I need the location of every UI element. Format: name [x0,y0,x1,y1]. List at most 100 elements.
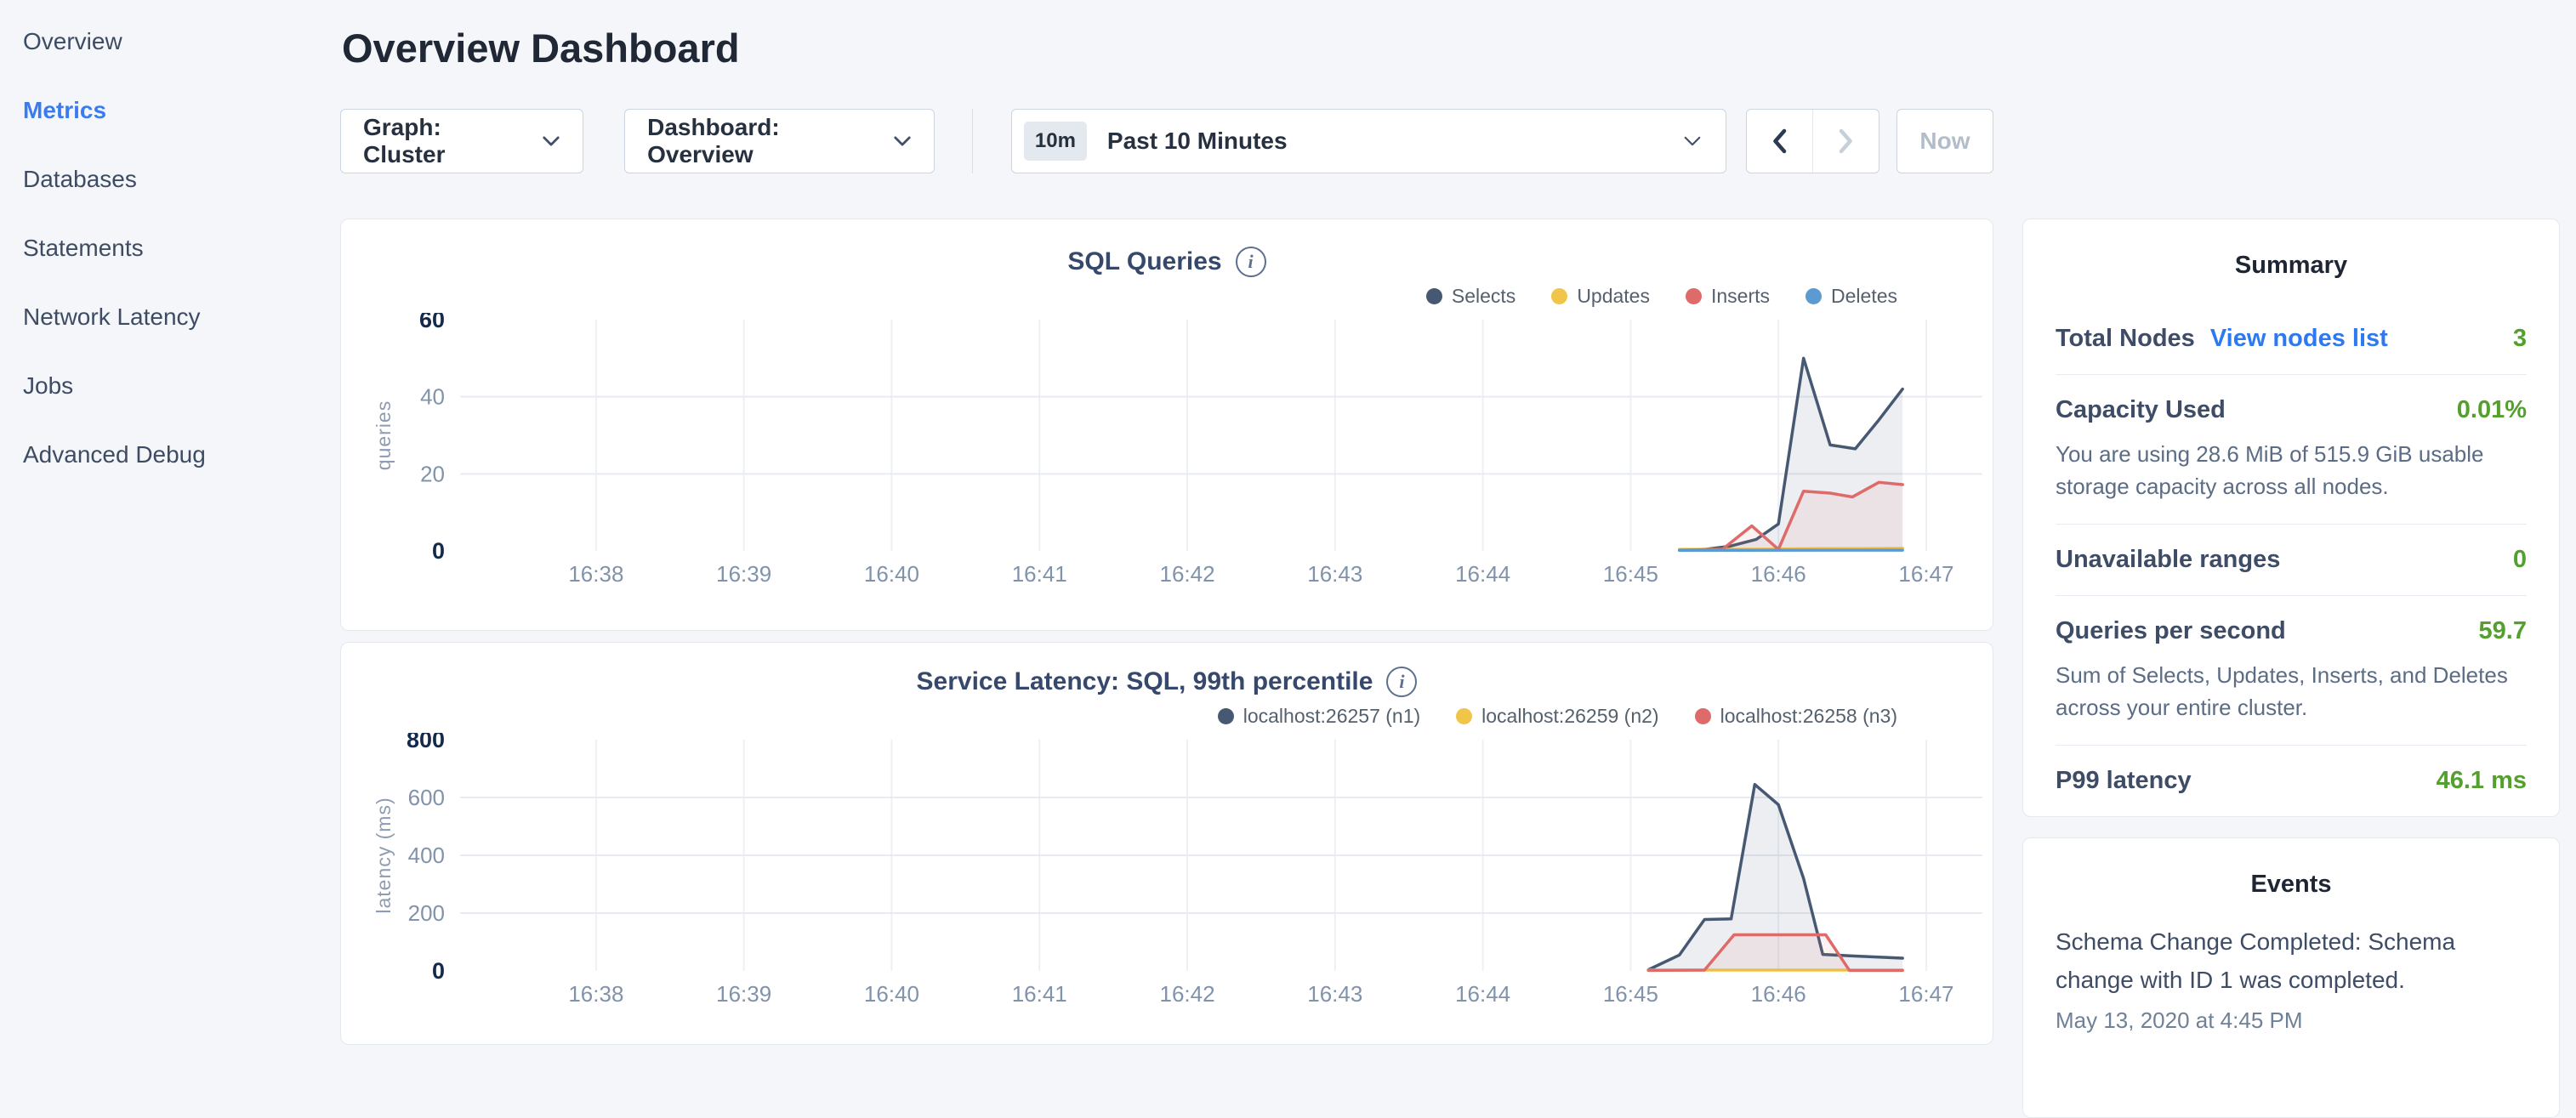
legend-dot [1695,708,1711,724]
summary-row-label: Capacity Used [2056,396,2226,424]
controls-bar: Graph: Cluster Dashboard: Overview 10m P… [340,109,1993,173]
svg-text:16:44: 16:44 [1455,561,1510,587]
svg-text:16:41: 16:41 [1012,981,1067,1007]
svg-text:16:46: 16:46 [1751,981,1806,1007]
sidebar-item-advanced-debug[interactable]: Advanced Debug [23,420,340,489]
legend-item: Inserts [1686,285,1770,308]
legend-dot [1456,708,1472,724]
svg-text:16:46: 16:46 [1751,561,1806,587]
svg-text:200: 200 [408,900,445,926]
svg-text:400: 400 [408,843,445,868]
summary-row-value: 46.1 ms [2437,767,2527,795]
chevron-down-icon [542,135,560,147]
svg-text:queries: queries [372,400,395,470]
chart-legend: SelectsUpdatesInsertsDeletes [341,284,1897,308]
summary-row-label: P99 latency [2056,767,2192,795]
legend-item: Selects [1426,285,1515,308]
legend-item: localhost:26258 (n3) [1695,705,1897,728]
time-step-buttons [1746,109,1879,173]
svg-text:16:38: 16:38 [568,561,623,587]
summary-row-total-nodes: Total Nodes View nodes list 3 [2056,304,2527,375]
time-step-back-button[interactable] [1747,110,1813,173]
chevron-down-icon [1683,135,1702,147]
sidebar-item-statements[interactable]: Statements [23,213,340,282]
svg-text:16:47: 16:47 [1898,981,1953,1007]
sidebar-item-network-latency[interactable]: Network Latency [23,282,340,351]
svg-text:latency (ms): latency (ms) [372,797,395,913]
time-window-selector[interactable]: 10m Past 10 Minutes [1011,109,1726,173]
svg-text:16:40: 16:40 [864,561,919,587]
legend-dot [1551,288,1567,304]
svg-text:0: 0 [432,538,445,564]
summary-row-value: 3 [2513,325,2527,353]
now-button[interactable]: Now [1896,109,1993,173]
svg-text:16:42: 16:42 [1159,981,1214,1007]
summary-row-label: Unavailable ranges [2056,546,2280,574]
summary-panel: Summary Total Nodes View nodes list 3 Ca… [2022,218,2560,817]
summary-row-unavailable-ranges: Unavailable ranges 0 [2056,525,2527,596]
events-panel: Events Schema Change Completed: Schema c… [2022,837,2560,1118]
page-title: Overview Dashboard [342,25,1993,72]
summary-row-label: Total Nodes [2056,325,2195,353]
sidebar-item-databases[interactable]: Databases [23,145,340,213]
dashboard-dropdown-label: Dashboard: Overview [647,114,871,168]
chart-legend: localhost:26257 (n1) localhost:26259 (n2)… [341,704,1897,728]
service-latency-card: Service Latency: SQL, 99th percentile lo… [340,642,1993,1045]
svg-text:16:38: 16:38 [568,981,623,1007]
svg-text:16:39: 16:39 [716,981,771,1007]
time-window-label: Past 10 Minutes [1107,128,1288,155]
summary-row-queries-per-second: Queries per second 59.7 Sum of Selects, … [2056,596,2527,746]
right-sidebar: Summary Total Nodes View nodes list 3 Ca… [2022,218,2560,1118]
svg-text:16:41: 16:41 [1012,561,1067,587]
chart-title: Service Latency: SQL, 99th percentile [917,667,1373,696]
svg-text:20: 20 [420,461,445,486]
svg-text:16:42: 16:42 [1159,561,1214,587]
summary-row-capacity-used: Capacity Used 0.01% You are using 28.6 M… [2056,375,2527,525]
svg-text:16:47: 16:47 [1898,561,1953,587]
svg-text:16:43: 16:43 [1307,981,1362,1007]
sidebar-item-metrics[interactable]: Metrics [23,76,340,145]
sidebar: Overview Metrics Databases Statements Ne… [0,0,340,1051]
service-latency-plot[interactable]: 16:3816:3916:4016:4116:4216:4316:4416:45… [341,733,1993,1008]
svg-text:16:40: 16:40 [864,981,919,1007]
sql-queries-card: SQL Queries SelectsUpdatesInsertsDeletes… [340,218,1993,631]
svg-text:800: 800 [407,733,445,752]
summary-row-label: Queries per second [2056,617,2286,645]
svg-text:16:44: 16:44 [1455,981,1510,1007]
main-content: Overview Dashboard Graph: Cluster Dashbo… [340,0,1993,1045]
legend-item: localhost:26257 (n1) [1218,705,1420,728]
legend-item: Updates [1551,285,1650,308]
legend-item: localhost:26259 (n2) [1456,705,1658,728]
info-icon[interactable] [1236,247,1266,277]
svg-text:60: 60 [419,313,445,332]
chart-title: SQL Queries [1067,247,1221,276]
svg-text:16:45: 16:45 [1603,561,1658,587]
dashboard-dropdown[interactable]: Dashboard: Overview [624,109,935,173]
legend-dot [1686,288,1702,304]
legend-dot [1218,708,1234,724]
graph-scope-dropdown[interactable]: Graph: Cluster [340,109,583,173]
summary-row-p99-latency: P99 latency 46.1 ms [2056,746,2527,816]
info-icon[interactable] [1386,667,1417,697]
summary-row-value: 59.7 [2479,617,2527,645]
legend-dot [1805,288,1822,304]
svg-text:16:43: 16:43 [1307,561,1362,587]
summary-title: Summary [2056,252,2527,280]
time-step-forward-button[interactable] [1812,110,1879,173]
event-message: Schema Change Completed: Schema change w… [2056,922,2527,999]
controls-divider [972,109,973,173]
svg-text:0: 0 [432,958,445,984]
chart-header: Service Latency: SQL, 99th percentile [341,667,1993,697]
summary-row-value: 0.01% [2457,396,2527,424]
svg-text:40: 40 [420,384,445,410]
sidebar-item-jobs[interactable]: Jobs [23,351,340,420]
view-nodes-list-link[interactable]: View nodes list [2210,325,2388,353]
summary-row-description: Sum of Selects, Updates, Inserts, and De… [2056,659,2527,724]
chevron-down-icon [893,135,912,147]
legend-dot [1426,288,1442,304]
sidebar-item-overview[interactable]: Overview [23,7,340,76]
summary-row-description: You are using 28.6 MiB of 515.9 GiB usab… [2056,438,2527,502]
event-item[interactable]: Schema Change Completed: Schema change w… [2056,922,2527,1034]
chart-header: SQL Queries [341,247,1993,277]
sql-queries-plot[interactable]: 16:3816:3916:4016:4116:4216:4316:4416:45… [341,313,1993,588]
